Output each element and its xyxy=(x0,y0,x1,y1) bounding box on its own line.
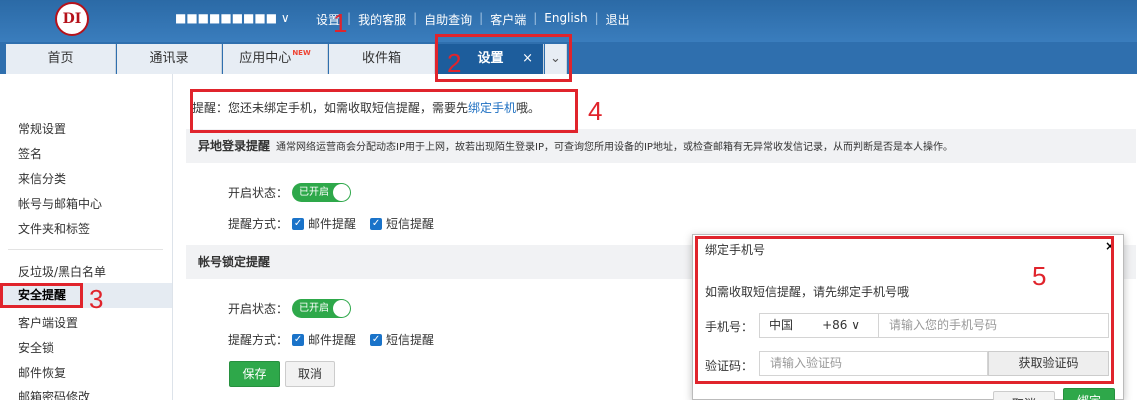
sms-alert-label: 短信提醒 xyxy=(386,333,435,347)
mail-alert-checkbox[interactable]: ✓ xyxy=(292,333,305,346)
tab-contacts[interactable]: 通讯录 xyxy=(117,44,222,74)
separator: | xyxy=(347,11,352,25)
section-remote-login: 异地登录提醒 通常网络运营商会分配动态IP用于上网，故若出现陌生登录IP，可查询您… xyxy=(186,129,1136,163)
separator: | xyxy=(413,11,418,25)
sidebar-item-mail-recovery[interactable]: 邮件恢复 xyxy=(18,364,66,381)
account-lock-method-row: 提醒方式： ✓ 邮件提醒 ✓ 短信提醒 xyxy=(228,331,434,348)
sidebar-item-general[interactable]: 常规设置 xyxy=(18,120,66,137)
tab-label: 首页 xyxy=(47,51,74,66)
separator: | xyxy=(594,11,599,25)
sidebar-item-security-lock[interactable]: 安全锁 xyxy=(18,339,54,356)
sidebar-divider xyxy=(8,249,163,250)
section-title: 帐号锁定提醒 xyxy=(198,255,271,269)
mail-alert-label: 邮件提醒 xyxy=(308,333,357,347)
mail-alert-label: 邮件提醒 xyxy=(308,217,357,231)
settings-sidebar: 常规设置 签名 来信分类 帐号与邮箱中心 文件夹和标签 反垃圾/黑白名单 安全提… xyxy=(0,74,173,400)
top-nav-self-service[interactable]: 自助查询 xyxy=(424,11,472,28)
tab-label: 应用中心 xyxy=(239,51,292,66)
account-lock-status-row: 开启状态： 已开启 xyxy=(228,299,352,318)
cancel-button[interactable]: 取消 xyxy=(285,361,335,387)
sidebar-item-folders[interactable]: 文件夹和标签 xyxy=(18,220,90,237)
sms-alert-checkbox[interactable]: ✓ xyxy=(370,333,383,346)
tab-home[interactable]: 首页 xyxy=(6,44,116,74)
remote-login-toggle[interactable]: 已开启 xyxy=(292,183,352,202)
account-lock-toggle[interactable]: 已开启 xyxy=(292,299,352,318)
annotation-number-1: 1 xyxy=(333,8,348,38)
method-label: 提醒方式： xyxy=(228,217,289,231)
save-button[interactable]: 保存 xyxy=(229,361,280,387)
separator: | xyxy=(533,11,538,25)
sidebar-item-signature[interactable]: 签名 xyxy=(18,145,42,162)
sms-alert-label: 短信提醒 xyxy=(386,217,435,231)
tab-label: 收件箱 xyxy=(361,51,401,66)
tab-inbox[interactable]: 收件箱 xyxy=(329,44,435,74)
method-label: 提醒方式： xyxy=(228,333,289,347)
annotation-number-5: 5 xyxy=(1032,261,1047,291)
top-nav: 设置 | 我的客服 | 自助查询 | 客户端 | English | 退出 xyxy=(316,11,630,28)
status-label: 开启状态： xyxy=(228,186,289,200)
user-account-menu[interactable]: ■■■■■■■■■ ∨ xyxy=(175,11,290,25)
mail-alert-checkbox[interactable]: ✓ xyxy=(292,217,305,230)
annotation-box-4 xyxy=(190,89,578,133)
annotation-box-3 xyxy=(0,283,83,308)
top-nav-client[interactable]: 客户端 xyxy=(490,11,526,28)
new-badge: NEW xyxy=(292,49,311,57)
tab-label: 通讯录 xyxy=(149,51,189,66)
sidebar-item-password[interactable]: 邮箱密码修改 xyxy=(18,388,90,400)
sidebar-item-client-settings[interactable]: 客户端设置 xyxy=(18,314,78,331)
sidebar-item-mail-rules[interactable]: 来信分类 xyxy=(18,170,66,187)
top-nav-support[interactable]: 我的客服 xyxy=(358,11,406,28)
logo-icon: DI xyxy=(55,2,89,36)
dialog-bind-button[interactable]: 绑定 xyxy=(1063,388,1115,400)
section-title: 异地登录提醒 xyxy=(198,139,271,153)
annotation-number-4: 4 xyxy=(588,96,603,126)
separator: | xyxy=(479,11,484,25)
status-label: 开启状态： xyxy=(228,302,289,316)
top-nav-english[interactable]: English xyxy=(544,11,587,28)
sidebar-item-account-center[interactable]: 帐号与邮箱中心 xyxy=(18,195,102,212)
sms-alert-checkbox[interactable]: ✓ xyxy=(370,217,383,230)
sidebar-item-spam[interactable]: 反垃圾/黑白名单 xyxy=(18,263,106,280)
annotation-number-2: 2 xyxy=(447,48,462,78)
tab-app-center[interactable]: 应用中心NEW xyxy=(223,44,328,74)
dialog-cancel-button[interactable]: 取消 xyxy=(993,391,1055,400)
section-description: 通常网络运营商会分配动态IP用于上网，故若出现陌生登录IP，可查询您所用设备的I… xyxy=(276,142,953,153)
remote-login-method-row: 提醒方式： ✓ 邮件提醒 ✓ 短信提醒 xyxy=(228,215,434,232)
annotation-box-5 xyxy=(695,236,1114,384)
annotation-number-3: 3 xyxy=(89,284,104,314)
top-nav-logout[interactable]: 退出 xyxy=(606,11,630,28)
remote-login-status-row: 开启状态： 已开启 xyxy=(228,183,352,202)
